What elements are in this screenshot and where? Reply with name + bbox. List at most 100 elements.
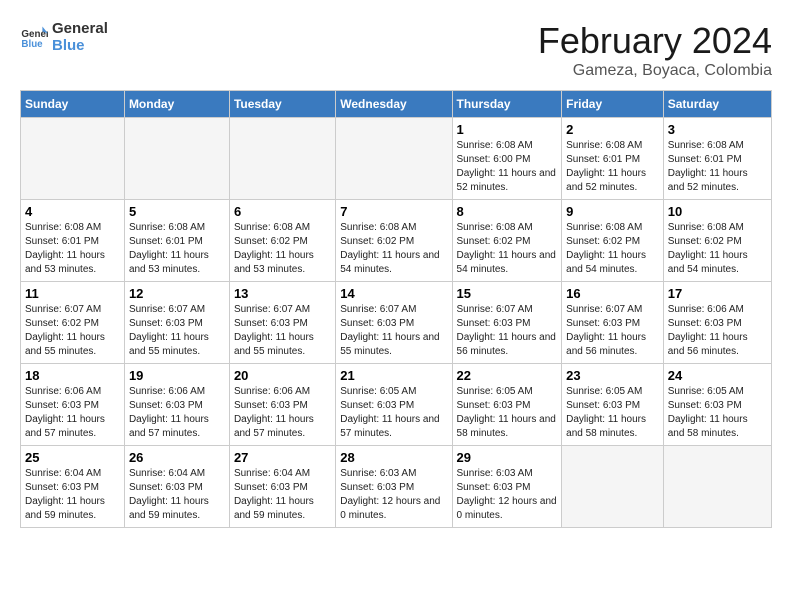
day-info: Sunrise: 6:08 AMSunset: 6:01 PMDaylight:… bbox=[25, 221, 120, 277]
day-info: Sunrise: 6:05 AMSunset: 6:03 PMDaylight:… bbox=[566, 385, 659, 441]
day-cell: 22 Sunrise: 6:05 AMSunset: 6:03 PMDayligh… bbox=[452, 364, 562, 446]
day-info: Sunrise: 6:07 AMSunset: 6:03 PMDaylight:… bbox=[234, 303, 331, 359]
day-cell: 12Sunrise: 6:07 AMSunset: 6:03 PMDayligh… bbox=[124, 282, 229, 364]
day-info: Sunrise: 6:03 AMSunset: 6:03 PMDaylight:… bbox=[457, 467, 558, 523]
day-info: Sunrise: 6:08 AMSunset: 6:02 PMDaylight:… bbox=[668, 221, 767, 277]
day-number: 4 bbox=[25, 204, 120, 219]
day-number: 22 bbox=[457, 368, 558, 383]
day-cell: 18 Sunrise: 6:06 AMSunset: 6:03 PMDayligh… bbox=[21, 364, 125, 446]
day-cell bbox=[336, 118, 452, 200]
day-info: Sunrise: 6:05 AMSunset: 6:03 PMDaylight:… bbox=[668, 385, 767, 441]
day-info: Sunrise: 6:07 AMSunset: 6:03 PMDaylight:… bbox=[566, 303, 659, 359]
day-number: 8 bbox=[457, 204, 558, 219]
header-cell-friday: Friday bbox=[562, 91, 664, 118]
day-number: 29 bbox=[457, 450, 558, 465]
day-info: Sunrise: 6:03 AMSunset: 6:03 PMDaylight:… bbox=[340, 467, 447, 523]
day-info: Sunrise: 6:08 AMSunset: 6:02 PMDaylight:… bbox=[234, 221, 331, 277]
day-number: 18 bbox=[25, 368, 120, 383]
day-info: Sunrise: 6:06 AMSunset: 6:03 PMDaylight:… bbox=[234, 385, 331, 441]
day-cell: 3 Sunrise: 6:08 AMSunset: 6:01 PMDaylight… bbox=[663, 118, 771, 200]
calendar-body: 1 Sunrise: 6:08 AMSunset: 6:00 PMDaylight… bbox=[21, 118, 772, 528]
day-number: 20 bbox=[234, 368, 331, 383]
logo-general: General bbox=[52, 20, 108, 37]
day-number: 23 bbox=[566, 368, 659, 383]
day-number: 6 bbox=[234, 204, 331, 219]
day-cell: 7 Sunrise: 6:08 AMSunset: 6:02 PMDaylight… bbox=[336, 200, 452, 282]
day-cell: 19Sunrise: 6:06 AMSunset: 6:03 PMDayligh… bbox=[124, 364, 229, 446]
day-cell: 10Sunrise: 6:08 AMSunset: 6:02 PMDayligh… bbox=[663, 200, 771, 282]
day-number: 26 bbox=[129, 450, 225, 465]
day-info: Sunrise: 6:07 AMSunset: 6:03 PMDaylight:… bbox=[457, 303, 558, 359]
week-row-5: 25 Sunrise: 6:04 AMSunset: 6:03 PMDayligh… bbox=[21, 446, 772, 528]
day-cell bbox=[663, 446, 771, 528]
week-row-3: 11Sunrise: 6:07 AMSunset: 6:02 PMDayligh… bbox=[21, 282, 772, 364]
header-cell-monday: Monday bbox=[124, 91, 229, 118]
day-cell bbox=[21, 118, 125, 200]
day-info: Sunrise: 6:08 AMSunset: 6:01 PMDaylight:… bbox=[129, 221, 225, 277]
day-info: Sunrise: 6:08 AMSunset: 6:02 PMDaylight:… bbox=[340, 221, 447, 277]
day-number: 7 bbox=[340, 204, 447, 219]
title-area: February 2024 Gameza, Boyaca, Colombia bbox=[538, 20, 772, 80]
day-info: Sunrise: 6:08 AMSunset: 6:00 PMDaylight:… bbox=[457, 139, 558, 195]
day-cell: 27 Sunrise: 6:04 AMSunset: 6:03 PMDayligh… bbox=[229, 446, 335, 528]
logo-blue: Blue bbox=[52, 37, 108, 54]
day-number: 24 bbox=[668, 368, 767, 383]
day-number: 27 bbox=[234, 450, 331, 465]
header: General Blue General Blue February 2024 … bbox=[20, 20, 772, 80]
day-info: Sunrise: 6:06 AMSunset: 6:03 PMDaylight:… bbox=[668, 303, 767, 359]
day-info: Sunrise: 6:08 AMSunset: 6:01 PMDaylight:… bbox=[566, 139, 659, 195]
day-cell: 9 Sunrise: 6:08 AMSunset: 6:02 PMDaylight… bbox=[562, 200, 664, 282]
day-cell: 25 Sunrise: 6:04 AMSunset: 6:03 PMDayligh… bbox=[21, 446, 125, 528]
header-cell-thursday: Thursday bbox=[452, 91, 562, 118]
day-number: 28 bbox=[340, 450, 447, 465]
day-cell: 2 Sunrise: 6:08 AMSunset: 6:01 PMDaylight… bbox=[562, 118, 664, 200]
day-cell: 6 Sunrise: 6:08 AMSunset: 6:02 PMDaylight… bbox=[229, 200, 335, 282]
day-cell bbox=[124, 118, 229, 200]
day-cell: 4 Sunrise: 6:08 AMSunset: 6:01 PMDaylight… bbox=[21, 200, 125, 282]
day-cell: 1 Sunrise: 6:08 AMSunset: 6:00 PMDaylight… bbox=[452, 118, 562, 200]
day-info: Sunrise: 6:08 AMSunset: 6:02 PMDaylight:… bbox=[566, 221, 659, 277]
week-row-4: 18 Sunrise: 6:06 AMSunset: 6:03 PMDayligh… bbox=[21, 364, 772, 446]
day-number: 1 bbox=[457, 122, 558, 137]
day-cell: 20 Sunrise: 6:06 AMSunset: 6:03 PMDayligh… bbox=[229, 364, 335, 446]
day-cell: 5Sunrise: 6:08 AMSunset: 6:01 PMDaylight… bbox=[124, 200, 229, 282]
day-cell: 13Sunrise: 6:07 AMSunset: 6:03 PMDayligh… bbox=[229, 282, 335, 364]
svg-text:Blue: Blue bbox=[21, 39, 43, 50]
day-number: 14 bbox=[340, 286, 447, 301]
calendar-header: SundayMondayTuesdayWednesdayThursdayFrid… bbox=[21, 91, 772, 118]
logo: General Blue General Blue bbox=[20, 20, 108, 54]
day-cell: 23 Sunrise: 6:05 AMSunset: 6:03 PMDayligh… bbox=[562, 364, 664, 446]
calendar-table: SundayMondayTuesdayWednesdayThursdayFrid… bbox=[20, 90, 772, 528]
day-cell: 8 Sunrise: 6:08 AMSunset: 6:02 PMDaylight… bbox=[452, 200, 562, 282]
header-cell-saturday: Saturday bbox=[663, 91, 771, 118]
day-info: Sunrise: 6:04 AMSunset: 6:03 PMDaylight:… bbox=[234, 467, 331, 523]
day-info: Sunrise: 6:04 AMSunset: 6:03 PMDaylight:… bbox=[129, 467, 225, 523]
day-info: Sunrise: 6:06 AMSunset: 6:03 PMDaylight:… bbox=[25, 385, 120, 441]
day-number: 3 bbox=[668, 122, 767, 137]
day-cell: 26 Sunrise: 6:04 AMSunset: 6:03 PMDayligh… bbox=[124, 446, 229, 528]
day-number: 17 bbox=[668, 286, 767, 301]
day-info: Sunrise: 6:05 AMSunset: 6:03 PMDaylight:… bbox=[457, 385, 558, 441]
day-info: Sunrise: 6:07 AMSunset: 6:03 PMDaylight:… bbox=[129, 303, 225, 359]
day-number: 9 bbox=[566, 204, 659, 219]
week-row-1: 1 Sunrise: 6:08 AMSunset: 6:00 PMDaylight… bbox=[21, 118, 772, 200]
day-cell: 16Sunrise: 6:07 AMSunset: 6:03 PMDayligh… bbox=[562, 282, 664, 364]
day-info: Sunrise: 6:05 AMSunset: 6:03 PMDaylight:… bbox=[340, 385, 447, 441]
day-info: Sunrise: 6:08 AMSunset: 6:02 PMDaylight:… bbox=[457, 221, 558, 277]
day-number: 2 bbox=[566, 122, 659, 137]
week-row-2: 4 Sunrise: 6:08 AMSunset: 6:01 PMDaylight… bbox=[21, 200, 772, 282]
logo-icon: General Blue bbox=[20, 23, 48, 51]
day-cell: 11Sunrise: 6:07 AMSunset: 6:02 PMDayligh… bbox=[21, 282, 125, 364]
day-number: 11 bbox=[25, 286, 120, 301]
day-info: Sunrise: 6:04 AMSunset: 6:03 PMDaylight:… bbox=[25, 467, 120, 523]
day-number: 19 bbox=[129, 368, 225, 383]
day-cell: 17 Sunrise: 6:06 AMSunset: 6:03 PMDayligh… bbox=[663, 282, 771, 364]
day-cell: 21 Sunrise: 6:05 AMSunset: 6:03 PMDayligh… bbox=[336, 364, 452, 446]
header-cell-tuesday: Tuesday bbox=[229, 91, 335, 118]
day-number: 25 bbox=[25, 450, 120, 465]
day-info: Sunrise: 6:07 AMSunset: 6:03 PMDaylight:… bbox=[340, 303, 447, 359]
day-info: Sunrise: 6:08 AMSunset: 6:01 PMDaylight:… bbox=[668, 139, 767, 195]
day-cell: 24 Sunrise: 6:05 AMSunset: 6:03 PMDayligh… bbox=[663, 364, 771, 446]
day-cell: 28 Sunrise: 6:03 AMSunset: 6:03 PMDayligh… bbox=[336, 446, 452, 528]
day-number: 21 bbox=[340, 368, 447, 383]
